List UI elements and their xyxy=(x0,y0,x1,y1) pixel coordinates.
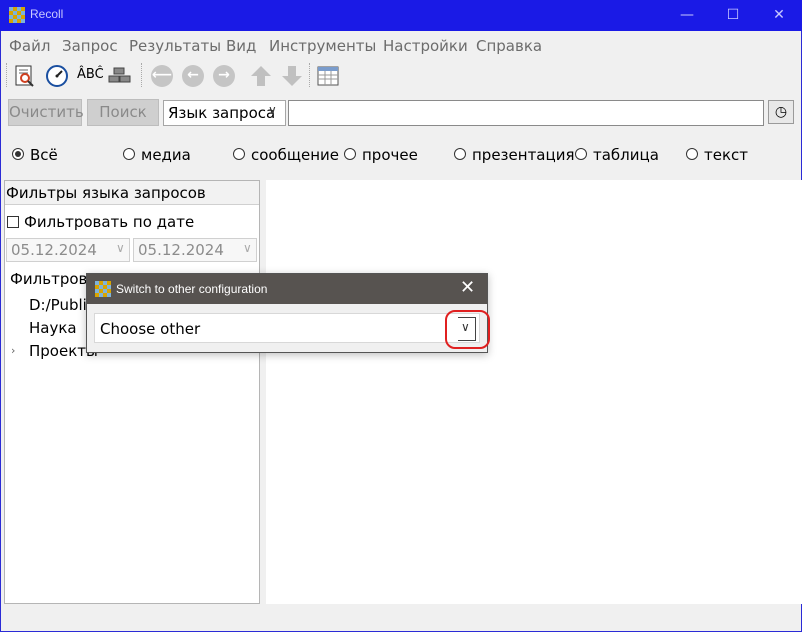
next-page-icon[interactable]: → xyxy=(213,65,235,87)
toolbar-separator xyxy=(309,63,311,87)
maximize-button[interactable]: ☐ xyxy=(710,0,756,31)
radio-message[interactable] xyxy=(233,148,245,160)
dialog-close-button[interactable]: ✕ xyxy=(460,277,475,298)
spellcheck-icon[interactable]: ÂBĈ xyxy=(77,67,104,82)
menu-file[interactable]: Файл xyxy=(9,37,50,55)
dialog-title: Switch to other configuration xyxy=(116,282,268,296)
chevron-down-icon: ∨ xyxy=(268,103,277,117)
table-view-icon[interactable] xyxy=(316,64,340,88)
date-filter-label: Фильтровать по дате xyxy=(24,213,195,231)
radio-other-label: прочее xyxy=(362,146,418,164)
speedometer-icon[interactable] xyxy=(45,64,69,88)
first-page-icon[interactable]: ⟵ xyxy=(151,65,173,87)
radio-text[interactable] xyxy=(686,148,698,160)
radio-spreadsheet[interactable] xyxy=(575,148,587,160)
menu-query[interactable]: Запрос xyxy=(62,37,118,55)
search-button[interactable]: Поиск xyxy=(87,99,159,126)
toolbar-grip xyxy=(6,63,8,87)
radio-spreadsheet-label: таблица xyxy=(593,146,659,164)
arrow-down-icon[interactable] xyxy=(280,64,304,88)
radio-presentation-label: презентация xyxy=(472,146,575,164)
recoll-app-icon xyxy=(95,281,111,297)
document-search-icon[interactable] xyxy=(13,64,37,88)
radio-all-label: Всё xyxy=(30,146,58,164)
history-clock-button[interactable]: ◷ xyxy=(768,100,794,124)
arrow-up-icon[interactable] xyxy=(249,64,273,88)
chevron-down-icon: ∨ xyxy=(116,241,125,255)
menu-settings[interactable]: Настройки xyxy=(383,37,468,55)
chevron-down-icon: ∨ xyxy=(243,241,252,255)
menu-tools[interactable]: Инструменты xyxy=(269,37,376,55)
query-language-value: Язык запроса xyxy=(168,104,276,122)
highlight-annotation xyxy=(445,310,490,349)
radio-all[interactable] xyxy=(12,148,24,160)
radio-other[interactable] xyxy=(344,148,356,160)
menu-help[interactable]: Справка xyxy=(476,37,542,55)
date-from-value: 05.12.2024 xyxy=(11,241,97,259)
recoll-app-icon xyxy=(9,7,25,23)
dir-filter-label: Фильтрова xyxy=(10,270,97,288)
search-input[interactable] xyxy=(288,100,764,126)
filter-panel-title: Фильтры языка запросов xyxy=(6,184,206,202)
radio-message-label: сообщение xyxy=(251,146,339,164)
menu-results[interactable]: Результаты xyxy=(129,37,221,55)
prev-page-icon[interactable]: ← xyxy=(182,65,204,87)
minimize-button[interactable]: — xyxy=(664,0,710,31)
config-select-value: Choose other xyxy=(100,320,201,338)
date-to-value: 05.12.2024 xyxy=(138,241,224,259)
radio-media-label: медиа xyxy=(141,146,191,164)
radio-text-label: текст xyxy=(704,146,749,164)
chevron-right-icon[interactable]: › xyxy=(11,344,15,357)
results-panel xyxy=(266,180,802,604)
menu-view[interactable]: Вид xyxy=(226,37,256,55)
window-title: Recoll xyxy=(30,7,64,21)
radio-presentation[interactable] xyxy=(454,148,466,160)
radio-media[interactable] xyxy=(123,148,135,160)
index-stack-icon[interactable] xyxy=(107,64,131,88)
close-button[interactable]: ✕ xyxy=(756,0,802,31)
clear-button[interactable]: Очистить xyxy=(8,99,84,126)
date-filter-checkbox[interactable] xyxy=(7,216,19,228)
status-bar xyxy=(1,604,801,631)
tree-item-science[interactable]: Наука xyxy=(29,319,77,337)
toolbar-separator xyxy=(141,63,143,87)
